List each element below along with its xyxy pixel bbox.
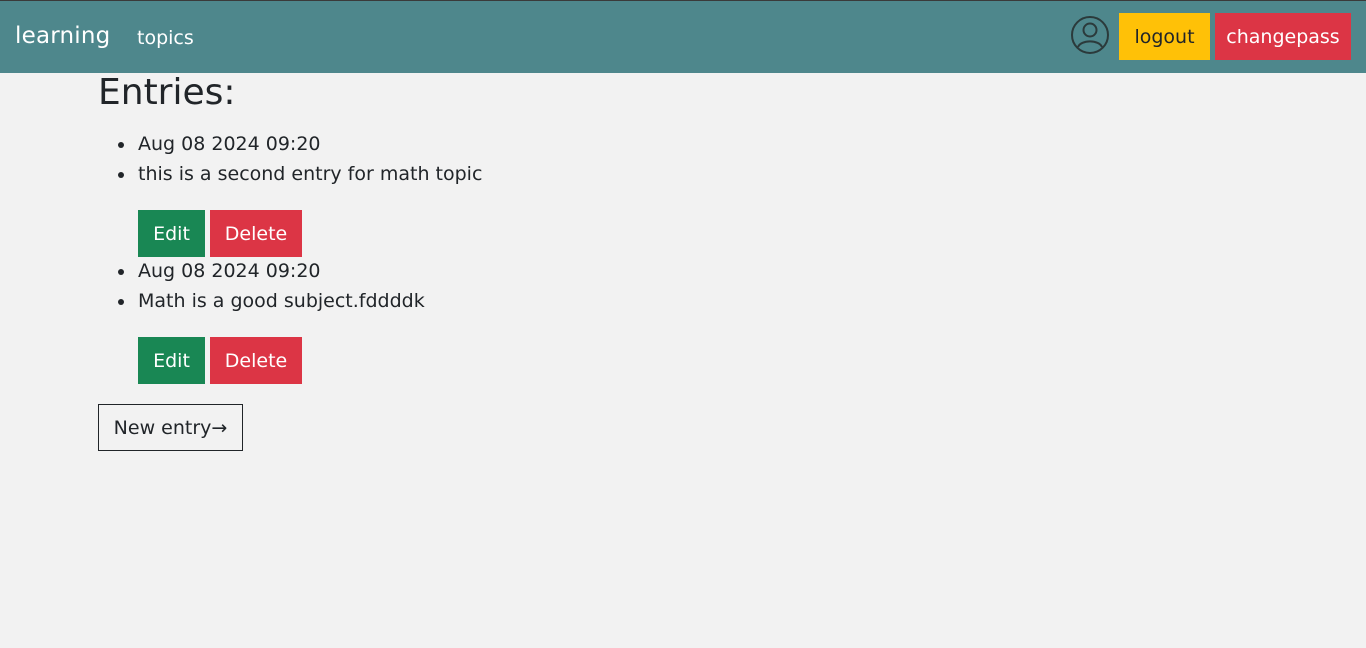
- user-circle-icon[interactable]: [1070, 15, 1110, 55]
- bullet-icon: [118, 142, 124, 148]
- changepass-button[interactable]: changepass: [1215, 13, 1351, 60]
- edit-button[interactable]: Edit: [138, 210, 205, 257]
- delete-button[interactable]: Delete: [210, 210, 302, 257]
- entry-date: Aug 08 2024 09:20: [138, 133, 321, 155]
- bullet-icon: [118, 299, 124, 305]
- entry-text: Math is a good subject.fddddk: [138, 290, 425, 312]
- nav-link-topics[interactable]: topics: [137, 27, 194, 49]
- page-title: Entries:: [98, 72, 236, 113]
- new-entry-button[interactable]: New entry→: [98, 404, 243, 451]
- navbar: learning topics logout changepass: [0, 0, 1366, 73]
- delete-button[interactable]: Delete: [210, 337, 302, 384]
- entry-text: this is a second entry for math topic: [138, 163, 483, 185]
- entry-date: Aug 08 2024 09:20: [138, 260, 321, 282]
- edit-button[interactable]: Edit: [138, 337, 205, 384]
- brand-link[interactable]: learning: [15, 23, 110, 49]
- bullet-icon: [118, 172, 124, 178]
- logout-button[interactable]: logout: [1119, 13, 1210, 60]
- bullet-icon: [118, 269, 124, 275]
